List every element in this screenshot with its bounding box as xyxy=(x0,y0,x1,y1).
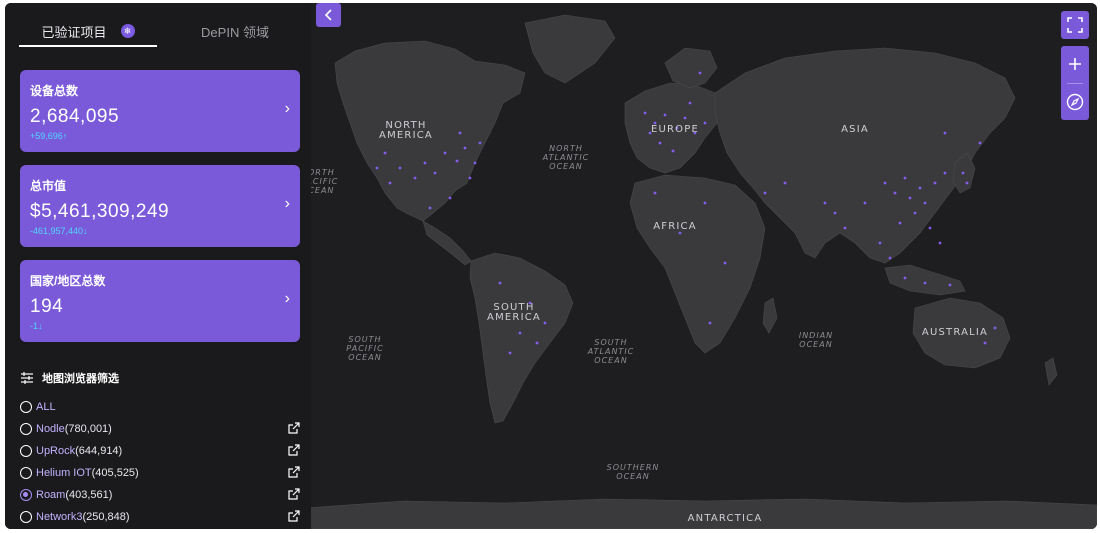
label-africa: AFRICA xyxy=(653,221,697,232)
filter-header: 地图浏览器筛选 xyxy=(20,370,119,386)
option-count: (405,525) xyxy=(91,467,139,479)
card-market-cap[interactable]: 总市值 $5,461,309,249 -461,957,440↓ › xyxy=(20,165,300,247)
land-se-asia-islands xyxy=(884,264,966,296)
land-south-america xyxy=(469,252,574,424)
label-north-atlantic: NORTH ATLANTIC OCEAN xyxy=(542,144,590,171)
label-asia: ASIA xyxy=(841,124,869,135)
external-link-icon[interactable] xyxy=(288,466,300,478)
stats-panel: 已验证项目 ❄ DePIN 领域 设备总数 2,684,095 +59,696↑… xyxy=(5,3,311,529)
filter-option-roam[interactable]: Roam (403,561) xyxy=(20,487,300,503)
label-north-america: NORTH AMERICA xyxy=(379,120,433,141)
card-title: 国家/地区总数 xyxy=(30,274,106,288)
compass-icon xyxy=(1066,93,1084,111)
label-south-america: SOUTH AMERICA xyxy=(487,302,541,323)
option-count: (250,848) xyxy=(82,511,130,523)
tab-depin[interactable]: DePIN 领域 xyxy=(169,17,301,45)
chevron-right-icon: › xyxy=(284,290,290,307)
card-delta: +59,696↑ xyxy=(30,131,68,141)
label-australia: AUSTRALIA xyxy=(921,327,989,338)
filter-title: 地图浏览器筛选 xyxy=(42,373,119,385)
land-central-america xyxy=(422,220,472,266)
land-greenland xyxy=(524,14,616,84)
land-new-zealand xyxy=(1044,357,1058,386)
card-country-total[interactable]: 国家/地区总数 194 -1↓ › xyxy=(20,260,300,342)
option-count: (403,561) xyxy=(65,489,113,501)
zoom-in-button[interactable] xyxy=(1061,46,1089,82)
option-name: UpRock xyxy=(36,445,76,457)
card-value: 194 xyxy=(30,296,64,317)
snowflake-icon: ❄ xyxy=(120,24,135,38)
radio-button-selected[interactable] xyxy=(20,489,32,501)
radio-button[interactable] xyxy=(20,445,32,457)
label-antarctica: ANTARCTICA xyxy=(687,513,763,524)
radio-button[interactable] xyxy=(20,401,32,413)
card-value: 2,684,095 xyxy=(30,106,120,127)
tab-bar: 已验证项目 ❄ DePIN 领域 xyxy=(19,17,301,49)
external-link-icon[interactable] xyxy=(288,422,300,434)
card-delta: -461,957,440↓ xyxy=(30,226,88,236)
zoom-controls xyxy=(1061,46,1089,120)
label-south-pacific: SOUTH PACIFIC OCEAN xyxy=(346,335,384,362)
land-africa xyxy=(629,174,766,354)
label-europe: EUROPE xyxy=(650,124,699,135)
option-count: (780,001) xyxy=(64,423,112,435)
land-scandinavia xyxy=(664,47,718,89)
tab-verified-projects[interactable]: 已验证项目 ❄ xyxy=(19,17,157,47)
chevron-right-icon: › xyxy=(284,195,290,212)
app-frame: NORTH AMERICA EUROPE ASIA AFRICA SOUTH A… xyxy=(5,3,1097,529)
chevron-left-icon xyxy=(324,9,332,21)
label-south-atlantic: SOUTH ATLANTIC OCEAN xyxy=(587,338,635,365)
card-title: 总市值 xyxy=(30,179,67,193)
filter-option-network3[interactable]: Network3 (250,848) xyxy=(20,509,300,525)
label-southern-ocean: SOUTHERN OCEAN xyxy=(606,463,660,481)
tab-label: DePIN 领域 xyxy=(201,24,269,40)
option-name: ALL xyxy=(36,401,56,413)
external-link-icon[interactable] xyxy=(288,510,300,522)
filter-option-all[interactable]: ALL xyxy=(20,399,300,415)
filter-option-helium-iot[interactable]: Helium IOT (405,525) xyxy=(20,465,300,481)
option-name: Network3 xyxy=(36,511,83,523)
option-count: (644,914) xyxy=(75,445,123,457)
radio-button[interactable] xyxy=(20,511,32,523)
filter-sliders-icon xyxy=(21,372,33,384)
external-link-icon[interactable] xyxy=(288,444,300,456)
card-value: $5,461,309,249 xyxy=(30,201,170,222)
chevron-right-icon: › xyxy=(284,100,290,117)
external-link-icon[interactable] xyxy=(288,488,300,500)
tab-label: 已验证项目 xyxy=(41,24,107,40)
land-madagascar xyxy=(762,297,778,334)
option-name: Roam xyxy=(36,489,66,501)
filter-option-uprock[interactable]: UpRock (644,914) xyxy=(20,443,300,459)
card-delta: -1↓ xyxy=(30,321,43,331)
option-name: Helium IOT xyxy=(36,467,92,479)
card-title: 设备总数 xyxy=(30,84,79,98)
filter-option-nodle[interactable]: Nodle (780,001) xyxy=(20,421,300,437)
plus-icon xyxy=(1069,58,1081,70)
option-name: Nodle xyxy=(36,423,65,435)
label-indian-ocean: INDIAN OCEAN xyxy=(798,331,834,349)
radio-button[interactable] xyxy=(20,467,32,479)
compass-button[interactable] xyxy=(1061,84,1089,120)
fullscreen-icon xyxy=(1067,17,1083,33)
card-device-total[interactable]: 设备总数 2,684,095 +59,696↑ › xyxy=(20,70,300,152)
radio-button[interactable] xyxy=(20,423,32,435)
collapse-panel-button[interactable] xyxy=(316,3,341,27)
fullscreen-button[interactable] xyxy=(1061,11,1089,39)
